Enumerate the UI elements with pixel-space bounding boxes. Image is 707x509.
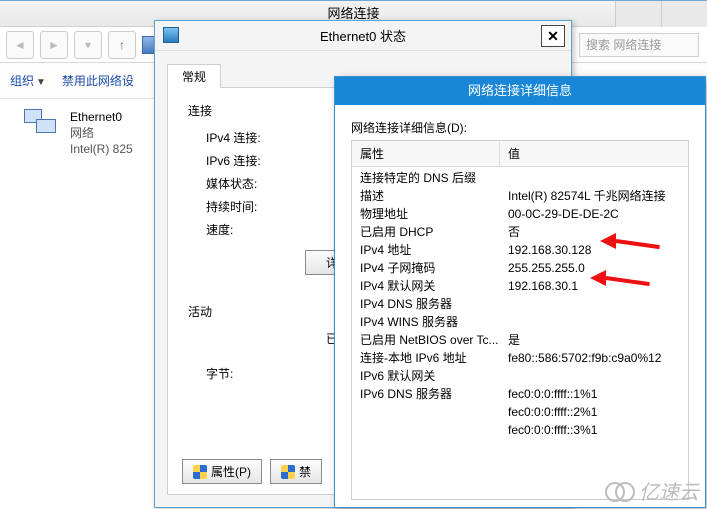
organize-label: 组织 <box>10 74 34 88</box>
details-row-property <box>352 421 500 439</box>
status-close-button[interactable]: ✕ <box>541 25 565 47</box>
details-rows: 连接特定的 DNS 后缀描述Intel(R) 82574L 千兆网络连接物理地址… <box>352 167 688 441</box>
tab-general[interactable]: 常规 <box>167 64 221 88</box>
details-row-value: 是 <box>500 331 688 349</box>
details-row-property: IPv4 默认网关 <box>352 277 500 295</box>
details-row-value: fec0:0:0:ffff::1%1 <box>500 385 688 403</box>
status-title: Ethernet0 状态 <box>320 26 406 45</box>
duration-label: 持续时间: <box>206 198 316 215</box>
details-row-property: 连接特定的 DNS 后缀 <box>352 169 500 187</box>
properties-button[interactable]: 属性(P) <box>182 459 262 484</box>
nav-back-button[interactable]: ◄ <box>6 31 34 59</box>
details-row-property: IPv4 子网掩码 <box>352 259 500 277</box>
details-row[interactable]: 已启用 DHCP否 <box>352 223 688 241</box>
speed-label: 速度: <box>206 221 316 238</box>
details-row[interactable]: IPv6 DNS 服务器fec0:0:0:ffff::1%1 <box>352 385 688 403</box>
details-row-property: IPv4 地址 <box>352 241 500 259</box>
nav-up-button[interactable]: ↑ <box>108 31 136 59</box>
details-row[interactable]: 已启用 NetBIOS over Tc...是 <box>352 331 688 349</box>
chevron-down-icon: ▼ <box>36 77 46 88</box>
details-row[interactable]: 物理地址00-0C-29-DE-DE-2C <box>352 205 688 223</box>
status-titlebar: Ethernet0 状态 ✕ <box>155 21 571 51</box>
details-title: 网络连接详细信息 <box>335 77 705 105</box>
properties-label: 属性(P) <box>211 463 251 480</box>
details-row-value <box>500 367 688 385</box>
nav-history-button[interactable]: ▾ <box>74 31 102 59</box>
network-adapter-icon <box>22 109 62 143</box>
details-list-label: 网络连接详细信息(D): <box>351 119 689 136</box>
watermark-text: 亿速云 <box>639 476 699 505</box>
details-row-property: IPv6 默认网关 <box>352 367 500 385</box>
window-controls <box>615 1 707 27</box>
watermark: 亿速云 <box>605 476 699 505</box>
organize-menu[interactable]: 组织▼ <box>10 72 46 89</box>
details-row-value: 否 <box>500 223 688 241</box>
disable-button[interactable]: 禁 <box>270 459 322 484</box>
connection-list-item[interactable]: Ethernet0 网络 Intel(R) 825 <box>22 109 152 157</box>
connection-desc: Intel(R) 825 <box>70 141 148 157</box>
maximize-button[interactable] <box>661 1 707 27</box>
details-row-property: 描述 <box>352 187 500 205</box>
minimize-button[interactable] <box>615 1 661 27</box>
connection-texts: Ethernet0 网络 Intel(R) 825 <box>70 109 148 157</box>
disable-device-command[interactable]: 禁用此网络设 <box>62 72 134 89</box>
details-row[interactable]: IPv4 WINS 服务器 <box>352 313 688 331</box>
details-row-property: 连接-本地 IPv6 地址 <box>352 349 500 367</box>
watermark-icon <box>605 482 635 500</box>
status-title-icon <box>163 27 179 43</box>
details-row[interactable]: IPv4 子网掩码255.255.255.0 <box>352 259 688 277</box>
details-row[interactable]: 连接特定的 DNS 后缀 <box>352 169 688 187</box>
details-row-value: fec0:0:0:ffff::3%1 <box>500 421 688 439</box>
col-property[interactable]: 属性 <box>352 141 500 166</box>
folder-search-input[interactable]: 搜索 网络连接 <box>579 33 699 57</box>
details-row[interactable]: 连接-本地 IPv6 地址fe80::586:5702:f9b:c9a0%12 <box>352 349 688 367</box>
details-row-property: IPv4 DNS 服务器 <box>352 295 500 313</box>
ipv4-conn-label: IPv4 连接: <box>206 129 316 146</box>
shield-icon <box>193 465 207 479</box>
details-row-property: 已启用 DHCP <box>352 223 500 241</box>
details-row-value <box>500 295 688 313</box>
details-row-property: 已启用 NetBIOS over Tc... <box>352 331 500 349</box>
details-row-property: IPv4 WINS 服务器 <box>352 313 500 331</box>
details-row[interactable]: fec0:0:0:ffff::3%1 <box>352 421 688 439</box>
details-row[interactable]: 描述Intel(R) 82574L 千兆网络连接 <box>352 187 688 205</box>
nav-fwd-button[interactable]: ► <box>40 31 68 59</box>
details-row-value <box>500 313 688 331</box>
details-row[interactable]: IPv6 默认网关 <box>352 367 688 385</box>
shield-icon <box>281 465 295 479</box>
disable-label: 禁 <box>299 463 311 480</box>
connection-name: Ethernet0 <box>70 109 148 125</box>
connection-details-dialog: 网络连接详细信息 网络连接详细信息(D): 属性 值 连接特定的 DNS 后缀描… <box>334 76 706 508</box>
connection-status: 网络 <box>70 125 148 141</box>
details-row-value: 192.168.30.128 <box>500 241 688 259</box>
col-value[interactable]: 值 <box>500 141 688 166</box>
details-row-property: 物理地址 <box>352 205 500 223</box>
details-list[interactable]: 属性 值 连接特定的 DNS 后缀描述Intel(R) 82574L 千兆网络连… <box>351 140 689 500</box>
details-body: 网络连接详细信息(D): 属性 值 连接特定的 DNS 后缀描述Intel(R)… <box>335 105 705 508</box>
details-row-value <box>500 169 688 187</box>
details-row-value: 00-0C-29-DE-DE-2C <box>500 205 688 223</box>
media-state-label: 媒体状态: <box>206 175 316 192</box>
details-row-value: fec0:0:0:ffff::2%1 <box>500 403 688 421</box>
details-row-property <box>352 403 500 421</box>
details-row[interactable]: fec0:0:0:ffff::2%1 <box>352 403 688 421</box>
details-row[interactable]: IPv4 DNS 服务器 <box>352 295 688 313</box>
details-row-value: Intel(R) 82574L 千兆网络连接 <box>500 187 688 205</box>
details-row-property: IPv6 DNS 服务器 <box>352 385 500 403</box>
details-row-value: fe80::586:5702:f9b:c9a0%12 <box>500 349 688 367</box>
ipv6-conn-label: IPv6 连接: <box>206 152 316 169</box>
details-list-header: 属性 值 <box>352 141 688 167</box>
